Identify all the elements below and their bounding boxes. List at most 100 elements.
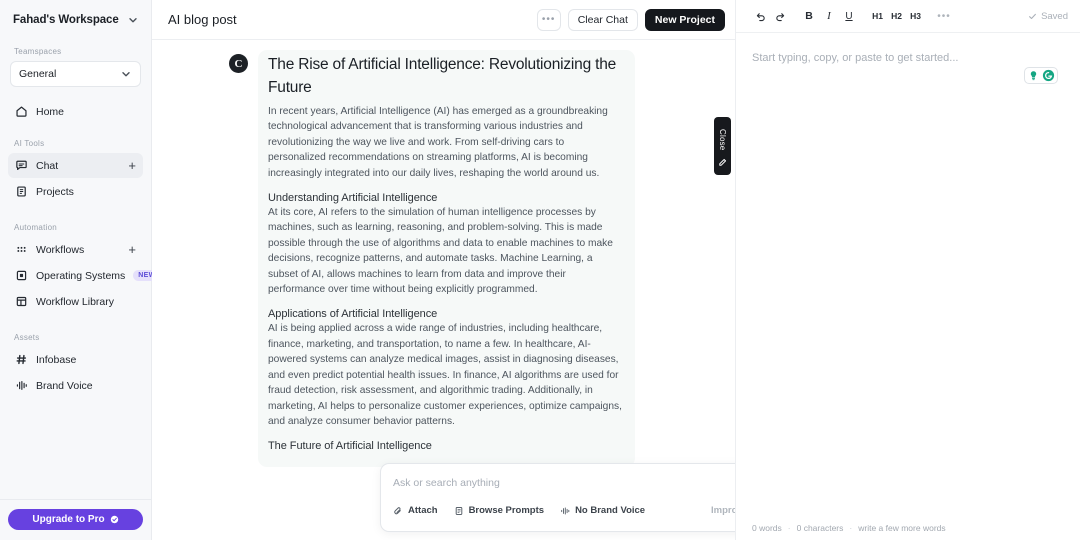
message-section3-heading: The Future of Artificial Intelligence [268, 440, 432, 453]
sidebar-item-home[interactable]: Home [8, 99, 143, 124]
workspace-name: Fahad's Workspace [13, 14, 119, 26]
undo-icon[interactable] [750, 6, 770, 26]
editor-placeholder: Start typing, copy, or paste to get star… [752, 52, 959, 64]
editor-body[interactable]: Start typing, copy, or paste to get star… [736, 33, 1080, 516]
new-chat-button[interactable]: + [128, 159, 136, 172]
document-editor-panel: B I U H1 H2 H3 ••• Saved Start typing, c… [735, 0, 1080, 540]
editor-toolbar: B I U H1 H2 H3 ••• Saved [736, 0, 1080, 33]
section-label-automation: Automation [14, 223, 57, 232]
grammarly-widget[interactable] [1024, 67, 1058, 84]
chevron-down-icon [120, 68, 132, 80]
grid-dots-icon [15, 243, 28, 256]
italic-button[interactable]: I [819, 6, 839, 26]
message-section1-heading: Understanding Artificial Intelligence [268, 192, 438, 205]
workspace-switcher[interactable]: Fahad's Workspace [0, 0, 151, 40]
paperclip-icon [393, 506, 403, 516]
section-label-ai-tools: AI Tools [14, 139, 45, 148]
document-icon [15, 185, 28, 198]
message-heading: The Rise of Artificial Intelligence: Rev… [268, 56, 617, 96]
saved-label: Saved [1041, 10, 1068, 22]
hash-icon [15, 353, 28, 366]
more-options-button[interactable]: ••• [536, 8, 561, 31]
sidebar-item-label: Brand Voice [36, 379, 93, 392]
sidebar-item-label: Operating Systems [36, 269, 126, 282]
home-icon [15, 105, 28, 118]
underline-button[interactable]: U [839, 6, 859, 26]
sidebar-footer: Upgrade to Pro [0, 499, 151, 540]
chip-icon [15, 269, 28, 282]
chat-input-placeholder: Ask or search anything [393, 476, 500, 489]
layout-icon [15, 295, 28, 308]
redo-icon[interactable] [770, 6, 790, 26]
message-section1-body: At its core, AI refers to the simulation… [268, 207, 613, 296]
section-label-assets: Assets [14, 333, 40, 342]
section-label-teamspaces: Teamspaces [14, 47, 62, 56]
sparkle-icon [110, 515, 119, 524]
footer-separator: · [787, 523, 791, 533]
app-root: Fahad's Workspace Teamspaces General Hom… [0, 0, 1080, 540]
home-group: Home [0, 87, 151, 125]
sidebar-item-operating-systems[interactable]: Operating Systems NEW [8, 263, 161, 288]
page-title: AI blog post [168, 12, 237, 27]
bold-button[interactable]: B [799, 6, 819, 26]
teamspace-value: General [19, 68, 57, 80]
lightbulb-icon[interactable] [1027, 69, 1040, 82]
brand-voice-label: No Brand Voice [575, 505, 646, 516]
sidebar-item-workflows[interactable]: Workflows + [8, 237, 143, 262]
close-tab-label: Close [718, 128, 727, 151]
attach-label: Attach [408, 505, 438, 516]
close-editor-tab[interactable]: Close [714, 117, 731, 175]
new-workflow-button[interactable]: + [128, 243, 136, 256]
sidebar-item-workflow-library[interactable]: Workflow Library [8, 289, 143, 314]
waveform-icon [560, 506, 570, 516]
heading2-button[interactable]: H2 [887, 6, 906, 26]
upgrade-label: Upgrade to Pro [32, 514, 105, 525]
sidebar-item-label: Workflows [36, 243, 85, 256]
pencil-icon [718, 154, 727, 166]
assets-section: Assets Infobase Brand Voice [0, 315, 151, 399]
sidebar-item-infobase[interactable]: Infobase [8, 347, 143, 372]
heading1-button[interactable]: H1 [868, 6, 887, 26]
message-section2-body: AI is being applied across a wide range … [268, 323, 622, 427]
sidebar-item-projects[interactable]: Projects [8, 179, 143, 204]
check-icon [1028, 12, 1037, 21]
heading3-button[interactable]: H3 [906, 6, 925, 26]
sidebar-item-label: Workflow Library [36, 295, 114, 308]
message-bubble: The Rise of Artificial Intelligence: Rev… [258, 50, 635, 468]
new-project-button[interactable]: New Project [644, 8, 725, 31]
document-icon [454, 506, 464, 516]
sidebar-item-label: Chat [36, 159, 59, 172]
sidebar-item-label: Projects [36, 185, 74, 198]
footer-separator: · [849, 523, 853, 533]
sidebar-item-label: Home [36, 105, 65, 118]
teamspaces-section: Teamspaces General [0, 40, 151, 87]
avatar: C [229, 54, 248, 73]
editor-hint: write a few more words [858, 523, 946, 533]
brand-voice-selector[interactable]: No Brand Voice [560, 505, 645, 516]
grammarly-g-icon[interactable] [1042, 69, 1055, 82]
chat-panel: AI blog post ••• Clear Chat New Project … [152, 0, 802, 540]
waveform-icon [15, 379, 28, 392]
attach-button[interactable]: Attach [393, 505, 438, 516]
chat-message: C The Rise of Artificial Intelligence: R… [152, 40, 735, 468]
character-count: 0 characters [796, 523, 844, 533]
editor-footer: 0 words · 0 characters · write a few mor… [736, 516, 1080, 540]
topbar: AI blog post ••• Clear Chat New Project [152, 0, 735, 40]
editor-more-button[interactable]: ••• [934, 6, 954, 26]
upgrade-to-pro-button[interactable]: Upgrade to Pro [8, 509, 143, 530]
saved-status: Saved [1028, 11, 1068, 22]
word-count: 0 words [752, 523, 782, 533]
sidebar-item-chat[interactable]: Chat + [8, 153, 143, 178]
chevron-down-icon [127, 14, 139, 26]
sidebar: Fahad's Workspace Teamspaces General Hom… [0, 0, 161, 540]
browse-prompts-button[interactable]: Browse Prompts [454, 505, 545, 516]
chat-bubble-icon [15, 159, 28, 172]
clear-chat-button[interactable]: Clear Chat [567, 8, 638, 31]
browse-prompts-label: Browse Prompts [468, 505, 545, 516]
automation-section: Automation Workflows + Operating Systems… [0, 205, 161, 315]
ai-tools-section: AI Tools Chat + Projects [0, 125, 151, 205]
sidebar-item-label: Infobase [36, 353, 77, 366]
teamspace-select[interactable]: General [10, 61, 141, 87]
sidebar-item-brand-voice[interactable]: Brand Voice [8, 373, 143, 398]
